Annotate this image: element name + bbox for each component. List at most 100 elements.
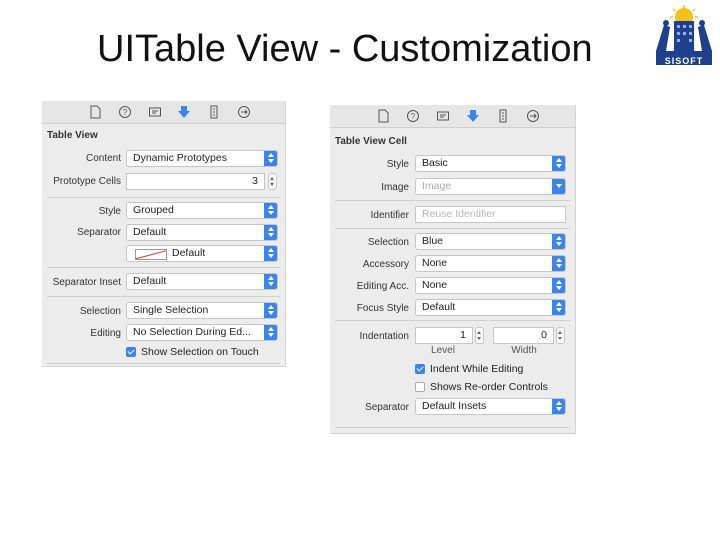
inspector-toolbar: ?: [330, 105, 575, 128]
style-label: Style: [386, 159, 409, 170]
popup-arrows-icon: [264, 325, 277, 340]
prototype-cells-label: Prototype Cells: [53, 176, 121, 187]
svg-text:?: ?: [411, 112, 416, 121]
identifier-field[interactable]: Reuse Identifier: [415, 206, 566, 223]
separator-color-value: Default: [172, 247, 206, 259]
popup-arrows-icon: [264, 151, 277, 166]
indentation-level-stepper[interactable]: [475, 327, 484, 344]
prototype-cells-stepper[interactable]: [268, 173, 277, 190]
logo-text: SISOFT: [664, 56, 704, 66]
separator-inset-label: Separator Inset: [52, 277, 121, 288]
popup-arrows-icon: [264, 225, 277, 240]
accessory-label: Accessory: [362, 259, 409, 270]
popup-arrows-icon: [552, 156, 565, 171]
connections-icon[interactable]: [237, 105, 251, 119]
indentation-width-stepper[interactable]: [556, 327, 565, 344]
prototype-cells-field[interactable]: 3: [126, 173, 265, 190]
separator-inset-popup[interactable]: Default: [126, 273, 278, 290]
color-swatch-icon: [135, 249, 167, 260]
inspector-toolbar: ?: [42, 101, 285, 124]
sisoft-logo: SISOFT: [652, 5, 716, 67]
divider: [335, 200, 570, 201]
focus-style-label: Focus Style: [356, 303, 409, 314]
editing-label: Editing: [90, 328, 121, 339]
indent-while-editing-checkbox[interactable]: [415, 364, 425, 374]
style-value: Grouped: [133, 204, 174, 216]
separator-inset-value: Default: [133, 275, 167, 287]
editing-value: No Selection During Ed...: [133, 326, 251, 338]
focus-style-popup[interactable]: Default: [415, 299, 566, 316]
content-popup[interactable]: Dynamic Prototypes: [126, 150, 278, 167]
indentation-label: Indentation: [359, 331, 410, 342]
file-icon[interactable]: [88, 105, 102, 119]
identity-icon[interactable]: [148, 105, 162, 119]
identity-icon[interactable]: [436, 109, 450, 123]
popup-arrows-icon: [264, 203, 277, 218]
indent-while-editing-label: Indent While Editing: [430, 363, 524, 375]
divider: [47, 296, 280, 297]
width-label: Width: [511, 345, 537, 356]
editing-acc-label: Editing Acc.: [356, 281, 409, 292]
editing-popup[interactable]: No Selection During Ed...: [126, 324, 278, 341]
selection-label: Selection: [79, 306, 121, 317]
help-icon[interactable]: ?: [406, 109, 420, 123]
image-combo[interactable]: Image: [415, 178, 566, 195]
show-selection-checkbox[interactable]: [126, 347, 136, 357]
shows-reorder-checkbox[interactable]: [415, 382, 425, 392]
style-label: Style: [98, 206, 121, 217]
content-label: Content: [85, 153, 121, 164]
popup-arrows-icon: [552, 234, 565, 249]
style-popup[interactable]: Basic: [415, 155, 566, 172]
separator-label: Separator: [77, 227, 121, 238]
show-selection-label: Show Selection on Touch: [141, 346, 259, 358]
selection-label: Selection: [367, 237, 409, 248]
dropdown-arrow-icon: [552, 179, 565, 194]
separator-value: Default Insets: [422, 400, 487, 412]
attributes-icon[interactable]: [177, 105, 191, 119]
popup-arrows-icon: [264, 303, 277, 318]
focus-style-value: Default: [422, 301, 456, 313]
separator-popup[interactable]: Default: [126, 224, 278, 241]
accessory-value: None: [422, 257, 448, 269]
popup-arrows-icon: [264, 246, 277, 261]
help-icon[interactable]: ?: [118, 105, 132, 119]
separator-value: Default: [133, 226, 167, 238]
divider: [47, 267, 280, 268]
popup-arrows-icon: [264, 274, 277, 289]
attributes-icon[interactable]: [466, 109, 480, 123]
connections-icon[interactable]: [526, 109, 540, 123]
editing-acc-popup[interactable]: None: [415, 277, 566, 294]
section-title: Table View Cell: [335, 136, 407, 147]
file-icon[interactable]: [376, 109, 390, 123]
level-label: Level: [431, 345, 455, 356]
svg-text:?: ?: [123, 108, 128, 117]
popup-arrows-icon: [552, 256, 565, 271]
indentation-level-field[interactable]: 1: [415, 327, 473, 344]
image-label: Image: [381, 182, 409, 193]
section-title: Table View: [47, 130, 98, 141]
selection-value: Single Selection: [133, 304, 209, 316]
selection-value: Blue: [422, 235, 444, 247]
divider: [335, 320, 570, 321]
selection-popup[interactable]: Blue: [415, 233, 566, 250]
style-popup[interactable]: Grouped: [126, 202, 278, 219]
popup-arrows-icon: [552, 278, 565, 293]
popup-arrows-icon: [552, 399, 565, 414]
content-value: Dynamic Prototypes: [133, 152, 227, 164]
slide-title: UITable View - Customization: [97, 28, 593, 70]
indentation-width-field[interactable]: 0: [493, 327, 554, 344]
accessory-popup[interactable]: None: [415, 255, 566, 272]
size-icon[interactable]: [496, 109, 510, 123]
size-icon[interactable]: [207, 105, 221, 119]
table-view-cell-inspector-panel: ? Table View Cell Style Basic Image Imag…: [330, 105, 576, 434]
style-value: Basic: [422, 157, 448, 169]
separator-popup[interactable]: Default Insets: [415, 398, 566, 415]
divider: [335, 228, 570, 229]
separator-label: Separator: [365, 402, 409, 413]
divider: [335, 427, 570, 428]
popup-arrows-icon: [552, 300, 565, 315]
divider: [47, 197, 280, 198]
separator-color-popup[interactable]: Default: [126, 245, 278, 262]
selection-popup[interactable]: Single Selection: [126, 302, 278, 319]
image-placeholder: Image: [422, 180, 452, 192]
